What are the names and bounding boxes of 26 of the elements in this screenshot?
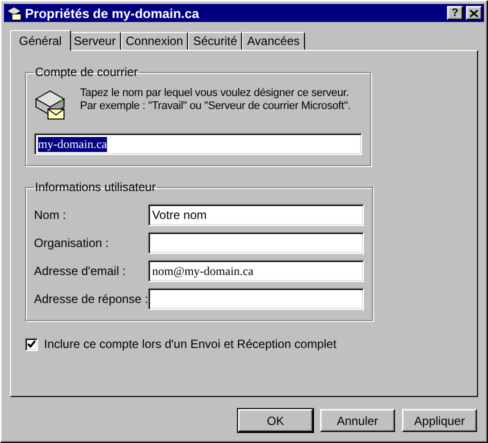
tab[interactable]: Sécurité bbox=[188, 32, 242, 50]
field-label: Organisation : bbox=[34, 236, 109, 250]
field-label: Adresse de réponse : bbox=[34, 292, 148, 306]
dialog-button[interactable]: OK bbox=[238, 409, 313, 432]
window-title: Propriétés de my-domain.ca bbox=[25, 6, 200, 20]
input-field[interactable]: nom@my-domain.ca bbox=[148, 260, 364, 282]
field-label: Nom : bbox=[34, 208, 66, 222]
dialog-button[interactable]: Appliquer bbox=[402, 409, 477, 432]
account-name-field[interactable]: my-domain.ca bbox=[34, 133, 362, 155]
tab[interactable]: Général bbox=[10, 30, 71, 51]
input-field[interactable]: Votre nom bbox=[148, 204, 364, 226]
tab[interactable]: Serveur bbox=[68, 32, 121, 50]
dialog-button[interactable]: Annuler bbox=[320, 409, 395, 432]
description-text: Tapez le nom par lequel vous voulez désigner ce serveur. Par exemple : "Travail" ou "Serveur de courrier Microsoft". bbox=[80, 87, 351, 113]
checkbox-label: Inclure ce compte lors d'un Envoi et Réception complet bbox=[44, 337, 336, 351]
input-field[interactable] bbox=[148, 232, 364, 254]
help-button[interactable]: ? bbox=[447, 6, 463, 20]
close-icon bbox=[470, 10, 478, 16]
group-title: Informations utilisateur bbox=[34, 180, 157, 194]
close-button[interactable] bbox=[466, 6, 482, 20]
group-title: Compte de courrier bbox=[34, 65, 139, 79]
field-label: Adresse d'email : bbox=[34, 264, 126, 278]
tab[interactable]: Avancées bbox=[242, 32, 305, 50]
input-field[interactable] bbox=[148, 288, 364, 310]
tab[interactable]: Connexion bbox=[120, 32, 188, 50]
checkbox[interactable] bbox=[25, 338, 38, 350]
